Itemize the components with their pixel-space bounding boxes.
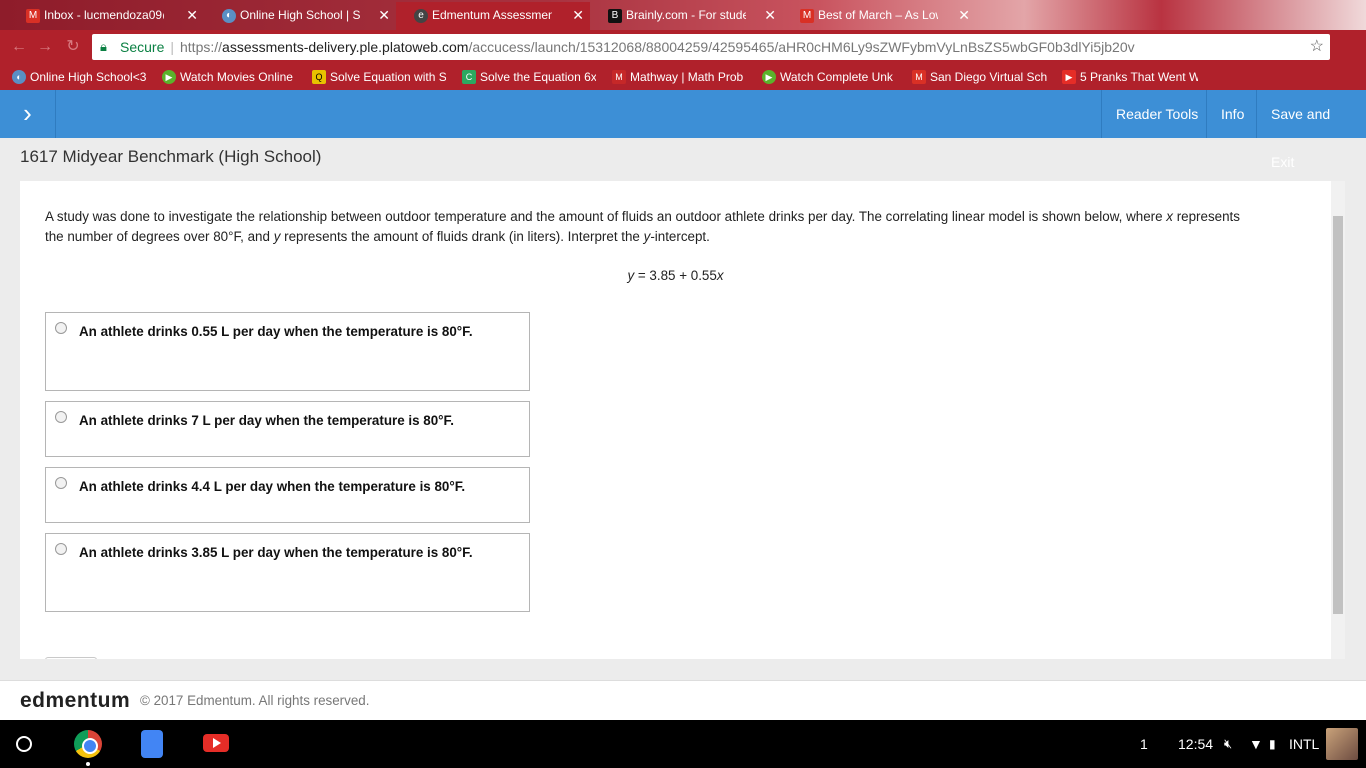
chrome-icon[interactable] <box>74 730 102 758</box>
youtube-icon: ▶ <box>1062 70 1076 84</box>
browser-tab-strip: M Inbox - lucmendoza09@ ✕ ◐ Online High … <box>0 0 1366 30</box>
mathway-icon: M <box>612 70 626 84</box>
url-scheme: https:// <box>180 39 223 55</box>
radio-button[interactable] <box>55 411 67 423</box>
chevron-right-icon: › <box>23 98 32 128</box>
tab-brainly[interactable]: B Brainly.com - For student ✕ <box>590 2 782 30</box>
answer-option-c[interactable]: An athlete drinks 4.4 L per day when the… <box>45 467 530 523</box>
avatar[interactable] <box>1326 728 1358 760</box>
play-icon: ▶ <box>762 70 776 84</box>
gmail-icon: M <box>800 9 814 23</box>
bookmark-item[interactable]: ◐ Online High School<3 <box>12 68 148 86</box>
mute-icon[interactable]: 🔇︎ <box>1224 720 1232 768</box>
page-footer: edmentum © 2017 Edmentum. All rights res… <box>0 680 1366 720</box>
equation: y = 3.85 + 0.55x <box>627 268 724 283</box>
tab-title: Inbox - lucmendoza09@ <box>44 8 164 22</box>
copyright-text: © 2017 Edmentum. All rights reserved. <box>140 693 370 708</box>
radio-button[interactable] <box>55 477 67 489</box>
wifi-icon[interactable]: ▼ <box>1249 720 1263 768</box>
menu-toggle-button[interactable]: › <box>0 90 56 138</box>
tab-best-of-march[interactable]: M Best of March – As Low ✕ <box>782 2 976 30</box>
secure-label: Secure <box>120 39 165 55</box>
notification-count[interactable]: 1 <box>1140 720 1148 768</box>
back-arrow-icon[interactable]: ← <box>10 38 28 56</box>
edmentum-logo: edmentum <box>20 689 131 712</box>
close-icon[interactable]: ✕ <box>186 2 198 28</box>
page-title: 1617 Midyear Benchmark (High School) <box>20 147 322 166</box>
save-and-exit-button[interactable]: Save and Exit <box>1256 90 1366 170</box>
answer-option-b[interactable]: An athlete drinks 7 L per day when the t… <box>45 401 530 457</box>
bookmark-item[interactable]: ▶ Watch Complete Unk <box>762 68 896 86</box>
globe-icon: ◐ <box>222 9 236 23</box>
globe-icon: ◐ <box>12 70 26 84</box>
bookmark-star-icon[interactable]: ☆ <box>1310 34 1324 60</box>
os-taskbar: 1 12:54 🔇︎ ▼ ▮ INTL <box>0 720 1366 768</box>
info-button[interactable]: Info <box>1206 90 1258 138</box>
question-text: A study was done to investigate the rela… <box>45 209 1240 244</box>
tab-title: Best of March – As Low <box>818 8 938 22</box>
option-label: An athlete drinks 7 L per day when the t… <box>79 413 454 428</box>
tab-online-high-school[interactable]: ◐ Online High School | San ✕ <box>204 2 396 30</box>
next-button-edge[interactable] <box>45 657 97 659</box>
tab-inbox[interactable]: M Inbox - lucmendoza09@ ✕ <box>8 2 204 30</box>
forward-arrow-icon[interactable]: → <box>36 38 54 56</box>
question-card: A study was done to investigate the rela… <box>20 181 1331 659</box>
bookmark-item[interactable]: C Solve the Equation 6x <box>462 68 596 86</box>
clock[interactable]: 12:54 <box>1178 720 1213 768</box>
radio-button[interactable] <box>55 543 67 555</box>
bookmark-item[interactable]: M San Diego Virtual Sch <box>912 68 1048 86</box>
option-label: An athlete drinks 3.85 L per day when th… <box>79 545 473 560</box>
url-host: assessments-delivery.ple.platoweb.com <box>222 39 469 55</box>
tab-title: Brainly.com - For student <box>626 8 746 22</box>
close-icon[interactable]: ✕ <box>764 2 776 28</box>
radio-button[interactable] <box>55 322 67 334</box>
input-method[interactable]: INTL <box>1289 720 1319 768</box>
youtube-icon[interactable] <box>203 734 229 752</box>
bookmark-item[interactable]: ▶ Watch Movies Online <box>162 68 296 86</box>
url-path: /accucess/launch/15312068/88004259/42595… <box>468 39 1135 55</box>
edmentum-icon: e <box>414 9 428 23</box>
battery-icon[interactable]: ▮ <box>1269 720 1276 768</box>
address-bar[interactable]: 🔒︎ Secure | https://assessments-delivery.p… <box>92 34 1330 60</box>
lock-icon: 🔒︎ <box>100 39 107 54</box>
reload-icon[interactable]: ↻ <box>64 38 82 56</box>
tab-title: Edmentum Assessment <box>432 8 552 22</box>
tab-title: Online High School | San <box>240 8 360 22</box>
close-icon[interactable]: ✕ <box>572 2 584 28</box>
scrollbar-thumb[interactable] <box>1333 216 1343 614</box>
docs-icon[interactable] <box>141 730 163 758</box>
gmail-icon: M <box>912 70 926 84</box>
c-icon: C <box>462 70 476 84</box>
close-icon[interactable]: ✕ <box>958 2 970 28</box>
tab-edmentum-assessment[interactable]: e Edmentum Assessment ✕ <box>396 2 590 30</box>
q-icon: Q <box>312 70 326 84</box>
play-icon: ▶ <box>162 70 176 84</box>
bookmarks-bar: ◐ Online High School<3 ▶ Watch Movies Onli… <box>0 64 1366 90</box>
bookmark-item[interactable]: ▶ 5 Pranks That Went W <box>1062 68 1198 86</box>
answer-option-a[interactable]: An athlete drinks 0.55 L per day when th… <box>45 312 530 391</box>
bookmark-item[interactable]: Q Solve Equation with S <box>312 68 446 86</box>
launcher-icon[interactable] <box>16 736 32 752</box>
close-icon[interactable]: ✕ <box>378 2 390 28</box>
reader-tools-button[interactable]: Reader Tools <box>1101 90 1212 138</box>
app-header: › Reader Tools Info Save and Exit <box>0 90 1366 170</box>
browser-toolbar: ← → ↻ 🔒︎ Secure | https://assessments-deli… <box>0 30 1366 64</box>
active-indicator <box>86 762 90 766</box>
option-label: An athlete drinks 4.4 L per day when the… <box>79 479 466 494</box>
answer-option-d[interactable]: An athlete drinks 3.85 L per day when th… <box>45 533 530 612</box>
gmail-icon: M <box>26 9 40 23</box>
brainly-icon: B <box>608 9 622 23</box>
bookmark-item[interactable]: M Mathway | Math Prob <box>612 68 746 86</box>
option-label: An athlete drinks 0.55 L per day when th… <box>79 324 473 339</box>
